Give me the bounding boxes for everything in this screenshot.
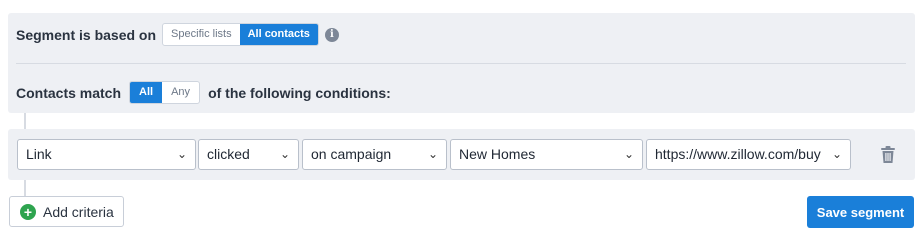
chevron-down-icon: ⌄: [831, 147, 842, 161]
divider: [16, 63, 906, 64]
field-value: Link: [26, 146, 52, 162]
match-toggle: All Any: [129, 81, 201, 104]
save-segment-button[interactable]: Save segment: [807, 196, 914, 228]
chevron-down-icon: ⌄: [623, 147, 634, 161]
segment-basis-row: Segment is based on Specific lists All c…: [16, 23, 339, 46]
trash-icon[interactable]: [880, 146, 896, 164]
field-select[interactable]: Link ⌄: [17, 139, 196, 170]
chevron-down-icon: ⌄: [279, 147, 290, 161]
chevron-down-icon: ⌄: [427, 147, 438, 161]
add-criteria-label: Add criteria: [43, 203, 114, 220]
segment-basis-label: Segment is based on: [16, 26, 157, 43]
match-prefix-label: Contacts match: [16, 84, 122, 101]
campaign-select[interactable]: New Homes ⌄: [450, 139, 643, 170]
all-contacts-option[interactable]: All contacts: [239, 24, 318, 45]
match-suffix-label: of the following conditions:: [208, 84, 391, 101]
specific-lists-option[interactable]: Specific lists: [163, 24, 240, 45]
action-value: clicked: [207, 146, 250, 162]
segment-basis-toggle: Specific lists All contacts: [162, 23, 319, 46]
connector-line: [24, 180, 26, 196]
action-select[interactable]: clicked ⌄: [198, 139, 299, 170]
campaign-value: New Homes: [459, 146, 536, 162]
match-any-option[interactable]: Any: [162, 82, 199, 103]
chevron-down-icon: ⌄: [176, 147, 187, 161]
scope-value: on campaign: [311, 146, 392, 162]
connector-line: [24, 113, 26, 129]
scope-select[interactable]: on campaign ⌄: [302, 139, 447, 170]
segment-settings-panel: Segment is based on Specific lists All c…: [8, 13, 915, 113]
plus-circle-icon: +: [20, 203, 36, 220]
add-criteria-button[interactable]: + Add criteria: [9, 196, 124, 227]
match-row: Contacts match All Any of the following …: [16, 81, 391, 104]
info-icon[interactable]: i: [324, 27, 339, 42]
url-value: https://www.zillow.com/buy: [655, 146, 821, 162]
url-select[interactable]: https://www.zillow.com/buy ⌄: [646, 139, 851, 170]
match-all-option[interactable]: All: [130, 82, 163, 103]
condition-row: Link ⌄ clicked ⌄ on campaign ⌄ New Homes…: [8, 129, 915, 180]
